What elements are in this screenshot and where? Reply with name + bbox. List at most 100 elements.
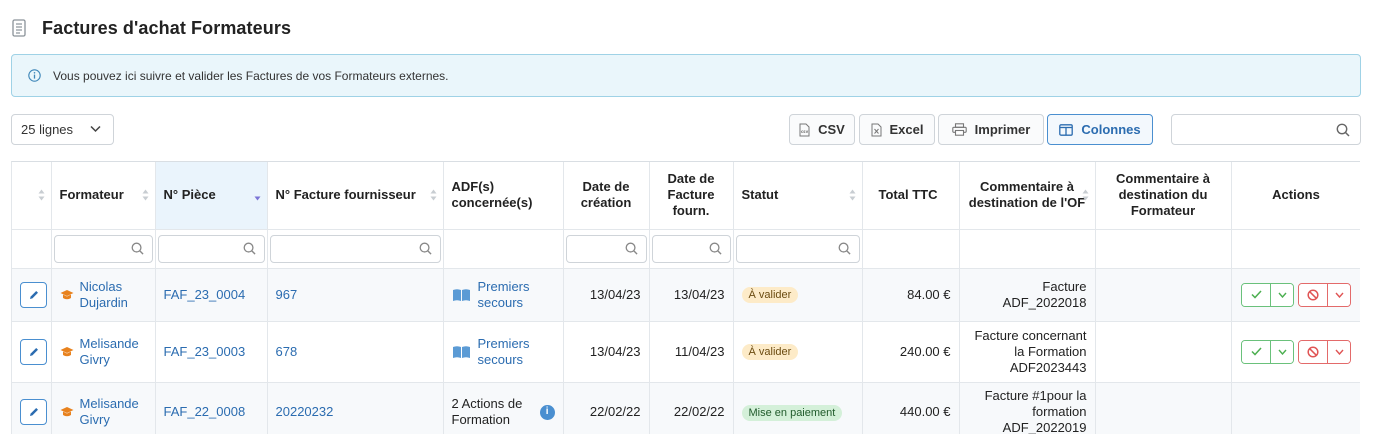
piece-cell: FAF_23_0003: [155, 321, 268, 383]
filter-cell-total: [862, 229, 960, 269]
document-icon: [12, 19, 26, 37]
forbidden-icon: [1307, 288, 1319, 301]
formateur-link[interactable]: Melisande Givry: [80, 396, 147, 428]
chevron-down-icon: [1277, 292, 1287, 298]
column-header-comment-formateur[interactable]: Commentaire à destination du Formateur: [1095, 162, 1232, 230]
search-icon: [419, 242, 432, 255]
formateur-cell: Melisande Givry: [51, 382, 156, 434]
formateur-link[interactable]: Nicolas Dujardin: [80, 279, 147, 311]
edit-button[interactable]: [20, 399, 47, 425]
search-icon: [1336, 123, 1350, 137]
filter-cell-creation: [563, 229, 650, 269]
statut-cell: Mise en paiement: [733, 382, 863, 434]
formateur-link[interactable]: Melisande Givry: [80, 336, 147, 368]
select-column-header[interactable]: [12, 162, 52, 230]
column-header-creation[interactable]: Date de création: [563, 162, 650, 230]
comment-formateur-cell: [1095, 321, 1232, 383]
piece-link[interactable]: FAF_23_0004: [164, 287, 246, 302]
column-header-adf[interactable]: ADF(s) concernée(s): [443, 162, 564, 230]
creation-cell: 22/02/22: [563, 382, 650, 434]
statut-cell: À valider: [733, 321, 863, 383]
filter-piece-input[interactable]: [157, 234, 265, 263]
adf-text: 2 Actions de Formation: [451, 396, 523, 427]
refuse-dropdown-button[interactable]: [1327, 340, 1350, 363]
filter-date-fourn-input[interactable]: [651, 234, 731, 263]
info-icon: [28, 69, 41, 82]
csv-file-icon: csv: [799, 123, 810, 136]
check-icon: [1250, 347, 1262, 356]
column-header-date-fourn[interactable]: Date de Facture fourn.: [649, 162, 734, 230]
edit-button[interactable]: [20, 338, 47, 365]
facture-cell: 678: [267, 321, 444, 383]
validate-dropdown-button[interactable]: [1270, 283, 1293, 306]
csv-export-button[interactable]: csv CSV: [789, 114, 855, 145]
lines-per-page-select[interactable]: 25 lignes: [11, 114, 114, 145]
validate-button[interactable]: [1242, 340, 1270, 363]
filter-cell-actions: [1231, 229, 1360, 269]
comment-formateur-cell: [1095, 268, 1232, 322]
date-fourn-cell: 22/02/22: [649, 382, 734, 434]
table-row: Melisande Givry FAF_23_0003 678 Premiers…: [12, 321, 1360, 383]
table-row: Nicolas Dujardin FAF_23_0004 967 Premier…: [12, 268, 1360, 322]
filter-formateur-input[interactable]: [53, 234, 153, 263]
edit-cell: [12, 268, 52, 322]
graduation-cap-icon: [60, 289, 73, 299]
print-button[interactable]: Imprimer: [938, 114, 1044, 145]
pencil-icon: [29, 408, 38, 416]
edit-cell: [12, 382, 52, 434]
date-fourn-cell: 13/04/23: [649, 268, 734, 322]
facture-link[interactable]: 967: [276, 287, 298, 302]
refuse-dropdown-button[interactable]: [1327, 283, 1350, 306]
column-header-total[interactable]: Total TTC: [862, 162, 960, 230]
status-badge: Mise en paiement: [741, 404, 843, 421]
global-search-input[interactable]: [1171, 114, 1361, 145]
column-header-facture[interactable]: N° Facture fournisseur: [267, 162, 444, 230]
print-label: Imprimer: [974, 122, 1031, 137]
validate-group: [1241, 282, 1294, 307]
adf-link[interactable]: Premiers secours: [478, 279, 555, 311]
facture-link[interactable]: 678: [276, 344, 298, 359]
facture-link[interactable]: 20220232: [276, 404, 334, 419]
validate-dropdown-button[interactable]: [1270, 340, 1293, 363]
column-header-piece[interactable]: N° Pièce: [155, 162, 268, 230]
total-cell: 440.00 €: [862, 382, 960, 434]
excel-export-button[interactable]: Excel: [859, 114, 935, 145]
filter-facture-input[interactable]: [269, 234, 441, 263]
piece-link[interactable]: FAF_22_0008: [164, 404, 246, 419]
filter-cell-empty: [12, 229, 52, 269]
pencil-icon: [29, 347, 38, 356]
formateur-cell: Melisande Givry: [51, 321, 156, 383]
filter-cell-formateur: [51, 229, 156, 269]
refuse-button[interactable]: [1299, 283, 1327, 306]
column-header-statut[interactable]: Statut: [733, 162, 863, 230]
actions-cell: [1231, 268, 1360, 322]
date-fourn-cell: 11/04/23: [649, 321, 734, 383]
columns-icon: [1059, 123, 1074, 136]
filter-creation-input[interactable]: [565, 234, 647, 263]
facture-cell: 20220232: [267, 382, 444, 434]
comment-formateur-cell: [1095, 382, 1232, 434]
column-header-comment-of[interactable]: Commentaire à destination de l'OF: [959, 162, 1096, 230]
forbidden-icon: [1307, 345, 1319, 358]
excel-file-icon: [871, 123, 881, 136]
adf-link[interactable]: Premiers secours: [478, 336, 555, 368]
actions-cell: [1231, 321, 1360, 383]
adf-cell: 2 Actions de Formation i: [443, 382, 564, 434]
printer-icon: [951, 123, 967, 136]
info-icon[interactable]: i: [539, 404, 555, 420]
page-header: Factures d'achat Formateurs: [12, 14, 291, 42]
search-icon: [243, 242, 256, 255]
columns-button[interactable]: Colonnes: [1047, 114, 1153, 145]
search-icon: [625, 242, 638, 255]
facture-cell: 967: [267, 268, 444, 322]
filter-statut-input[interactable]: [735, 234, 860, 263]
piece-link[interactable]: FAF_23_0003: [164, 344, 246, 359]
validate-button[interactable]: [1242, 283, 1270, 306]
status-badge: À valider: [741, 344, 799, 360]
sort-desc-icon: [254, 189, 260, 201]
edit-button[interactable]: [20, 281, 47, 308]
search-icon: [131, 242, 144, 255]
refuse-button[interactable]: [1299, 340, 1327, 363]
column-header-formateur[interactable]: Formateur: [51, 162, 156, 230]
filter-cell-comment-formateur: [1095, 229, 1232, 269]
